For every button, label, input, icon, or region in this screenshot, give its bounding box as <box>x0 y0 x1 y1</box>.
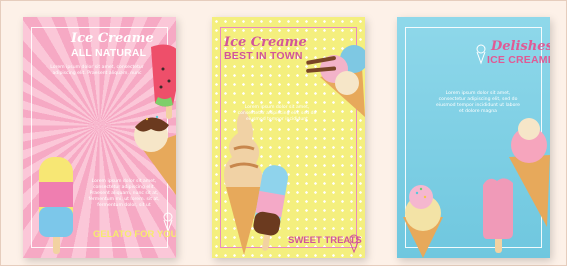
poster-subtitle: ALL NATURAL <box>71 47 147 59</box>
poster-card-blue: Delishes ICE CREAME Lorem ipsum dolor si… <box>397 17 550 258</box>
cone-outline-icon <box>476 44 486 65</box>
watermelon-popsicle-icon <box>151 44 176 119</box>
bitten-popsicle-icon <box>483 178 513 253</box>
poster-title: Ice Creame <box>224 35 307 50</box>
poster-body: Lorem ipsum dolor sit amet, consectetur … <box>435 91 521 114</box>
poster-subtitle: BEST IN TOWN <box>224 50 303 62</box>
poster-title: Ice Creame <box>71 31 154 46</box>
poster-body-top: Lorem ipsum dolor sit amet, consectetur … <box>50 65 144 76</box>
poster-footer: GELATO FOR YOU <box>93 229 176 240</box>
poster-subtitle: ICE CREAME <box>487 54 550 66</box>
poster-card-pink: Ice Creame ALL NATURAL Lorem ipsum dolor… <box>23 17 176 258</box>
poster-card-yellow: Ice Creame BEST IN TOWN Lorem ipsum dolo… <box>212 17 365 258</box>
canvas: Ice Creame ALL NATURAL Lorem ipsum dolor… <box>0 0 567 266</box>
rainbow-popsicle-icon <box>39 157 73 254</box>
poster-body: Lorem ipsum dolor sit amet, consectetur … <box>237 105 317 122</box>
sprinkle-cone-icon <box>403 185 443 258</box>
strawberry-cone-icon <box>509 118 550 227</box>
poster-body-bottom: Lorem ipsum dolor sit amet, consectetur … <box>88 179 160 208</box>
poster-footer: SWEET TREATS <box>288 235 362 246</box>
soft-serve-icon <box>224 109 264 255</box>
poster-title: Delishes <box>491 39 550 54</box>
